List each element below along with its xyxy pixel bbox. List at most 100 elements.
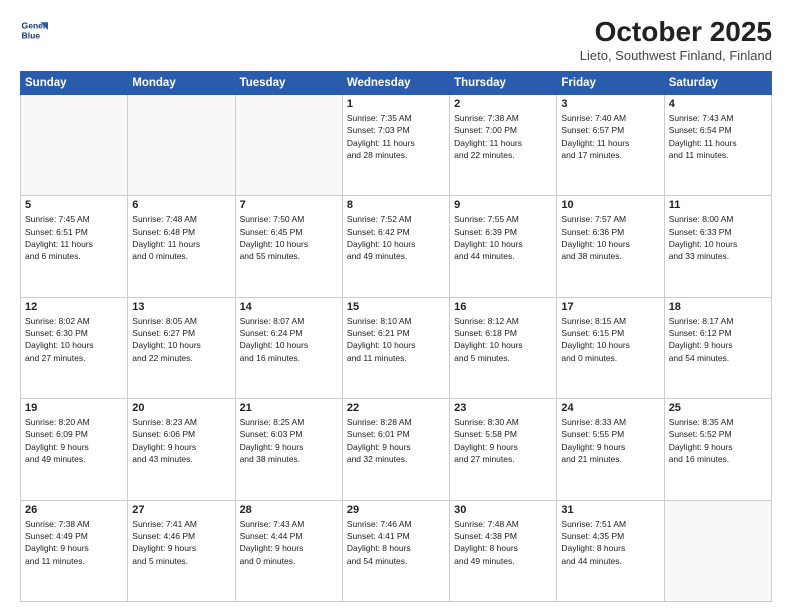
day-cell: 5Sunrise: 7:45 AMSunset: 6:51 PMDaylight…: [21, 196, 128, 297]
week-row-3: 19 Sunrise: 8:20 AMSunset: 6:09 PMDayligh…: [21, 399, 772, 500]
col-tuesday: Tuesday: [235, 72, 342, 95]
day-cell: 25 Sunrise: 8:35 AMSunset: 5:52 PMDayligh…: [664, 399, 771, 500]
day-number: 18: [669, 301, 767, 313]
day-info: Sunrise: 7:55 AMSunset: 6:39 PMDaylight:…: [454, 213, 552, 262]
day-number: 10: [561, 199, 659, 211]
day-cell: [21, 95, 128, 196]
day-info: Sunrise: 7:52 AMSunset: 6:42 PMDaylight:…: [347, 213, 445, 262]
day-cell: 15 Sunrise: 8:10 AMSunset: 6:21 PMDayligh…: [342, 297, 449, 398]
col-saturday: Saturday: [664, 72, 771, 95]
day-info: Sunrise: 7:43 AMSunset: 4:44 PMDaylight:…: [240, 518, 338, 567]
day-number: 22: [347, 402, 445, 414]
day-cell: 24Sunrise: 8:33 AMSunset: 5:55 PMDayligh…: [557, 399, 664, 500]
week-row-0: 1 Sunrise: 7:35 AMSunset: 7:03 PMDaylight…: [21, 95, 772, 196]
day-number: 9: [454, 199, 552, 211]
day-cell: 27 Sunrise: 7:41 AMSunset: 4:46 PMDayligh…: [128, 500, 235, 601]
day-cell: 20 Sunrise: 8:23 AMSunset: 6:06 PMDayligh…: [128, 399, 235, 500]
day-info: Sunrise: 8:02 AMSunset: 6:30 PMDaylight:…: [25, 315, 123, 364]
day-number: 12: [25, 301, 123, 313]
day-info: Sunrise: 8:00 AMSunset: 6:33 PMDaylight:…: [669, 213, 767, 262]
day-cell: [235, 95, 342, 196]
svg-text:Blue: Blue: [22, 31, 41, 41]
day-number: 4: [669, 98, 767, 110]
day-info: Sunrise: 7:43 AMSunset: 6:54 PMDaylight:…: [669, 112, 767, 161]
day-number: 5: [25, 199, 123, 211]
week-row-1: 5Sunrise: 7:45 AMSunset: 6:51 PMDaylight…: [21, 196, 772, 297]
day-number: 11: [669, 199, 767, 211]
day-info: Sunrise: 8:12 AMSunset: 6:18 PMDaylight:…: [454, 315, 552, 364]
day-info: Sunrise: 7:46 AMSunset: 4:41 PMDaylight:…: [347, 518, 445, 567]
day-cell: 8 Sunrise: 7:52 AMSunset: 6:42 PMDaylight…: [342, 196, 449, 297]
day-number: 7: [240, 199, 338, 211]
day-cell: 13Sunrise: 8:05 AMSunset: 6:27 PMDayligh…: [128, 297, 235, 398]
day-cell: 17 Sunrise: 8:15 AMSunset: 6:15 PMDayligh…: [557, 297, 664, 398]
day-cell: 12 Sunrise: 8:02 AMSunset: 6:30 PMDayligh…: [21, 297, 128, 398]
day-number: 20: [132, 402, 230, 414]
day-number: 17: [561, 301, 659, 313]
day-cell: 18 Sunrise: 8:17 AMSunset: 6:12 PMDayligh…: [664, 297, 771, 398]
calendar-subtitle: Lieto, Southwest Finland, Finland: [580, 48, 772, 63]
logo: General Blue: [20, 16, 48, 44]
day-info: Sunrise: 7:48 AMSunset: 4:38 PMDaylight:…: [454, 518, 552, 567]
day-number: 19: [25, 402, 123, 414]
day-info: Sunrise: 8:10 AMSunset: 6:21 PMDaylight:…: [347, 315, 445, 364]
day-info: Sunrise: 8:15 AMSunset: 6:15 PMDaylight:…: [561, 315, 659, 364]
day-info: Sunrise: 7:51 AMSunset: 4:35 PMDaylight:…: [561, 518, 659, 567]
day-number: 2: [454, 98, 552, 110]
day-cell: 19 Sunrise: 8:20 AMSunset: 6:09 PMDayligh…: [21, 399, 128, 500]
day-info: Sunrise: 7:57 AMSunset: 6:36 PMDaylight:…: [561, 213, 659, 262]
calendar-table: Sunday Monday Tuesday Wednesday Thursday…: [20, 71, 772, 602]
day-cell: 31 Sunrise: 7:51 AMSunset: 4:35 PMDayligh…: [557, 500, 664, 601]
day-cell: 3 Sunrise: 7:40 AMSunset: 6:57 PMDaylight…: [557, 95, 664, 196]
day-number: 14: [240, 301, 338, 313]
day-number: 27: [132, 504, 230, 516]
day-info: Sunrise: 8:33 AMSunset: 5:55 PMDaylight:…: [561, 416, 659, 465]
day-cell: [128, 95, 235, 196]
day-cell: 11 Sunrise: 8:00 AMSunset: 6:33 PMDayligh…: [664, 196, 771, 297]
day-number: 21: [240, 402, 338, 414]
day-cell: 9 Sunrise: 7:55 AMSunset: 6:39 PMDaylight…: [450, 196, 557, 297]
col-monday: Monday: [128, 72, 235, 95]
day-cell: 30 Sunrise: 7:48 AMSunset: 4:38 PMDayligh…: [450, 500, 557, 601]
day-number: 29: [347, 504, 445, 516]
week-row-4: 26 Sunrise: 7:38 AMSunset: 4:49 PMDayligh…: [21, 500, 772, 601]
logo-icon: General Blue: [20, 16, 48, 44]
day-number: 30: [454, 504, 552, 516]
day-number: 25: [669, 402, 767, 414]
col-thursday: Thursday: [450, 72, 557, 95]
day-number: 26: [25, 504, 123, 516]
day-info: Sunrise: 7:38 AMSunset: 4:49 PMDaylight:…: [25, 518, 123, 567]
day-number: 1: [347, 98, 445, 110]
day-number: 23: [454, 402, 552, 414]
day-cell: 10 Sunrise: 7:57 AMSunset: 6:36 PMDayligh…: [557, 196, 664, 297]
day-info: Sunrise: 7:40 AMSunset: 6:57 PMDaylight:…: [561, 112, 659, 161]
page: General Blue October 2025 Lieto, Southwe…: [0, 0, 792, 612]
day-info: Sunrise: 7:38 AMSunset: 7:00 PMDaylight:…: [454, 112, 552, 161]
day-cell: 23 Sunrise: 8:30 AMSunset: 5:58 PMDayligh…: [450, 399, 557, 500]
day-info: Sunrise: 7:35 AMSunset: 7:03 PMDaylight:…: [347, 112, 445, 161]
day-number: 13: [132, 301, 230, 313]
col-sunday: Sunday: [21, 72, 128, 95]
day-cell: 21Sunrise: 8:25 AMSunset: 6:03 PMDayligh…: [235, 399, 342, 500]
title-block: October 2025 Lieto, Southwest Finland, F…: [580, 16, 772, 63]
day-info: Sunrise: 8:20 AMSunset: 6:09 PMDaylight:…: [25, 416, 123, 465]
day-cell: 6Sunrise: 7:48 AMSunset: 6:48 PMDaylight…: [128, 196, 235, 297]
day-info: Sunrise: 8:07 AMSunset: 6:24 PMDaylight:…: [240, 315, 338, 364]
day-info: Sunrise: 8:30 AMSunset: 5:58 PMDaylight:…: [454, 416, 552, 465]
day-info: Sunrise: 8:35 AMSunset: 5:52 PMDaylight:…: [669, 416, 767, 465]
day-number: 15: [347, 301, 445, 313]
day-cell: 28 Sunrise: 7:43 AMSunset: 4:44 PMDayligh…: [235, 500, 342, 601]
day-cell: 14 Sunrise: 8:07 AMSunset: 6:24 PMDayligh…: [235, 297, 342, 398]
day-number: 31: [561, 504, 659, 516]
day-number: 28: [240, 504, 338, 516]
day-info: Sunrise: 8:17 AMSunset: 6:12 PMDaylight:…: [669, 315, 767, 364]
col-friday: Friday: [557, 72, 664, 95]
day-cell: 26 Sunrise: 7:38 AMSunset: 4:49 PMDayligh…: [21, 500, 128, 601]
day-info: Sunrise: 7:41 AMSunset: 4:46 PMDaylight:…: [132, 518, 230, 567]
week-row-2: 12 Sunrise: 8:02 AMSunset: 6:30 PMDayligh…: [21, 297, 772, 398]
header: General Blue October 2025 Lieto, Southwe…: [20, 16, 772, 63]
day-number: 3: [561, 98, 659, 110]
day-info: Sunrise: 8:23 AMSunset: 6:06 PMDaylight:…: [132, 416, 230, 465]
day-cell: 29 Sunrise: 7:46 AMSunset: 4:41 PMDayligh…: [342, 500, 449, 601]
day-number: 8: [347, 199, 445, 211]
